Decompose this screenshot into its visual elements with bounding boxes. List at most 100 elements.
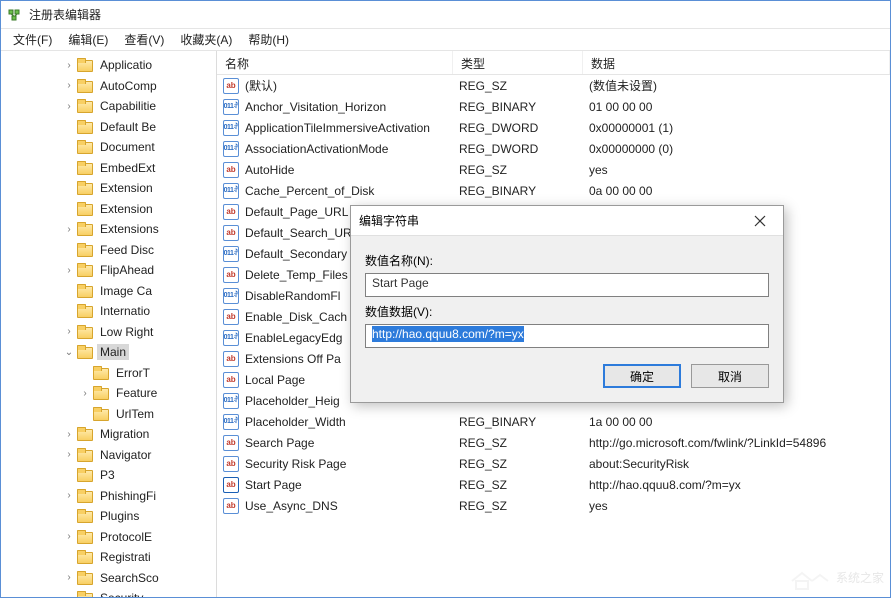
tree-label: Extension (97, 201, 156, 217)
value-row[interactable]: Search PageREG_SZhttp://go.microsoft.com… (217, 432, 890, 453)
tree-item[interactable]: ›SearchSco (1, 568, 216, 589)
tree-item[interactable]: Document (1, 137, 216, 158)
tree-item[interactable]: ›AutoComp (1, 76, 216, 97)
value-row[interactable]: Cache_Percent_of_DiskREG_BINARY0a 00 00 … (217, 180, 890, 201)
tree-pane[interactable]: ›Applicatio›AutoComp›CapabilitieDefault … (1, 51, 217, 597)
tree-item[interactable]: ›Migration (1, 424, 216, 445)
string-icon (223, 309, 239, 325)
tree-item[interactable]: Extension (1, 199, 216, 220)
expander-icon[interactable]: › (61, 449, 77, 460)
tree-item[interactable]: ›FlipAhead (1, 260, 216, 281)
tree-item[interactable]: › Low Right (1, 322, 216, 343)
tree-item[interactable]: Extension (1, 178, 216, 199)
value-type: REG_DWORD (459, 121, 589, 135)
expander-icon[interactable]: › (61, 265, 77, 276)
ok-button[interactable]: 确定 (603, 364, 681, 388)
tree-item[interactable]: Feed Disc (1, 240, 216, 261)
expander-icon[interactable]: › (61, 531, 77, 542)
tree-item[interactable]: Registrati (1, 547, 216, 568)
menu-file[interactable]: 文件(F) (5, 29, 60, 50)
col-name[interactable]: 名称 (217, 51, 453, 74)
tree-item[interactable]: ›Feature (1, 383, 216, 404)
value-name-label: 数值名称(N): (365, 252, 769, 269)
tree-item[interactable]: ›Capabilitie (1, 96, 216, 117)
value-name: Use_Async_DNS (245, 499, 459, 513)
col-data[interactable]: 数据 (583, 51, 890, 74)
value-type: REG_SZ (459, 79, 589, 93)
value-data-field[interactable]: http://hao.qquu8.com/?m=yx (365, 324, 769, 348)
string-icon (223, 372, 239, 388)
value-row[interactable]: AssociationActivationModeREG_DWORD0x0000… (217, 138, 890, 159)
folder-icon (77, 345, 93, 359)
folder-icon (77, 571, 93, 585)
tree-item[interactable]: EmbedExt (1, 158, 216, 179)
folder-icon (93, 366, 109, 380)
tree-item[interactable]: Default Be (1, 117, 216, 138)
value-name: AutoHide (245, 163, 459, 177)
tree-item[interactable]: P3 (1, 465, 216, 486)
string-icon (223, 477, 239, 493)
dialog-titlebar[interactable]: 编辑字符串 (351, 206, 783, 236)
value-row[interactable]: Use_Async_DNSREG_SZyes (217, 495, 890, 516)
tree-label: Main (97, 344, 129, 360)
expander-icon[interactable]: › (61, 101, 77, 112)
window-title: 注册表编辑器 (29, 6, 101, 23)
menu-help[interactable]: 帮助(H) (240, 29, 297, 50)
tree-item[interactable]: UrlTem (1, 404, 216, 425)
folder-icon (77, 58, 93, 72)
expander-icon[interactable]: › (61, 60, 77, 71)
value-row[interactable]: ApplicationTileImmersiveActivationREG_DW… (217, 117, 890, 138)
value-data-label: 数值数据(V): (365, 303, 769, 320)
tree-item[interactable]: ›Extensions (1, 219, 216, 240)
value-row[interactable]: Placeholder_WidthREG_BINARY1a 00 00 00 (217, 411, 890, 432)
expander-icon[interactable]: ⌄ (61, 347, 77, 358)
folder-icon (93, 407, 109, 421)
cancel-button[interactable]: 取消 (691, 364, 769, 388)
tree-item[interactable]: Security (1, 588, 216, 597)
value-row[interactable]: Security Risk PageREG_SZabout:SecurityRi… (217, 453, 890, 474)
value-type: REG_BINARY (459, 100, 589, 114)
expander-icon[interactable]: › (61, 326, 77, 337)
folder-icon (77, 427, 93, 441)
string-icon (223, 78, 239, 94)
tree-item[interactable]: ›ProtocolE (1, 527, 216, 548)
expander-icon[interactable]: › (61, 572, 77, 583)
app-icon (7, 7, 23, 23)
tree-item[interactable]: ›Applicatio (1, 55, 216, 76)
expander-icon[interactable]: › (61, 80, 77, 91)
expander-icon[interactable]: › (61, 429, 77, 440)
tree-item[interactable]: Plugins (1, 506, 216, 527)
expander-icon[interactable]: › (61, 490, 77, 501)
expander-icon[interactable]: › (61, 224, 77, 235)
folder-icon (77, 120, 93, 134)
menu-favorites[interactable]: 收藏夹(A) (172, 29, 240, 50)
folder-icon (93, 386, 109, 400)
tree-item[interactable]: Internatio (1, 301, 216, 322)
value-row[interactable]: Anchor_Visitation_HorizonREG_BINARY01 00… (217, 96, 890, 117)
tree-item[interactable]: ›PhishingFi (1, 486, 216, 507)
value-type: REG_SZ (459, 163, 589, 177)
tree-item[interactable]: Image Ca (1, 281, 216, 302)
value-row[interactable]: Start PageREG_SZhttp://hao.qquu8.com/?m=… (217, 474, 890, 495)
value-data: 0x00000000 (0) (589, 142, 890, 156)
menu-view[interactable]: 查看(V) (116, 29, 172, 50)
tree-label: Low Right (97, 324, 156, 340)
value-name: AssociationActivationMode (245, 142, 459, 156)
col-type[interactable]: 类型 (453, 51, 583, 74)
binary-icon (223, 120, 239, 136)
value-row[interactable]: AutoHideREG_SZyes (217, 159, 890, 180)
value-data: 0a 00 00 00 (589, 184, 890, 198)
close-icon[interactable] (745, 209, 775, 233)
value-row[interactable]: (默认)REG_SZ(数值未设置) (217, 75, 890, 96)
tree-item[interactable]: ⌄ Main (1, 342, 216, 363)
menu-edit[interactable]: 编辑(E) (60, 29, 116, 50)
value-name: Cache_Percent_of_Disk (245, 184, 459, 198)
folder-icon (77, 263, 93, 277)
value-data: 1a 00 00 00 (589, 415, 890, 429)
expander-icon[interactable]: › (77, 388, 93, 399)
value-name-field[interactable]: Start Page (365, 273, 769, 297)
tree-item[interactable]: ErrorT (1, 363, 216, 384)
value-name: Security Risk Page (245, 457, 459, 471)
tree-item[interactable]: ›Navigator (1, 445, 216, 466)
titlebar: 注册表编辑器 (1, 1, 890, 29)
